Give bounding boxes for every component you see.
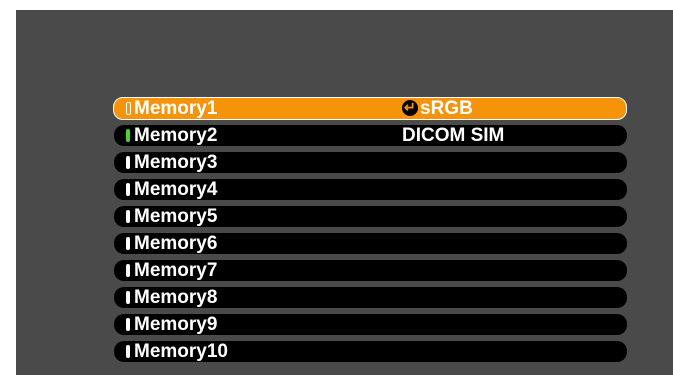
memory-status-indicator [126,183,130,196]
memory-item-label: Memory9 [134,314,218,335]
memory-status-indicator [126,291,130,304]
memory-status-indicator [126,345,130,358]
memory-item-4[interactable]: Memory4 [114,179,627,200]
memory-item-3[interactable]: Memory3 [114,152,627,173]
memory-menu-panel: Memory1 sRGB Memory2 DICOM SIM Memory3 M… [16,10,673,375]
memory-item-6[interactable]: Memory6 [114,233,627,254]
enter-icon [402,97,418,118]
memory-item-label: Memory5 [134,206,218,227]
memory-option-label: sRGB [420,98,473,119]
memory-status-indicator [126,102,131,115]
memory-item-10[interactable]: Memory10 [114,341,627,362]
memory-item-label: Memory7 [134,260,218,281]
memory-item-5[interactable]: Memory5 [114,206,627,227]
memory-item-1[interactable]: Memory1 sRGB [113,97,627,120]
memory-item-label: Memory3 [134,152,218,173]
memory-status-indicator [126,264,130,277]
memory-item-7[interactable]: Memory7 [114,260,627,281]
memory-status-indicator [126,318,130,331]
memory-option-label: DICOM SIM [402,125,505,146]
memory-status-indicator [126,129,130,142]
memory-item-2[interactable]: Memory2 DICOM SIM [114,125,627,146]
memory-item-label: Memory1 [134,98,218,119]
memory-status-indicator [126,237,130,250]
memory-item-8[interactable]: Memory8 [114,287,627,308]
memory-item-label: Memory10 [134,341,228,362]
memory-option-value: sRGB [402,97,473,119]
memory-status-indicator [126,156,130,169]
memory-list: Memory1 sRGB Memory2 DICOM SIM Memory3 M… [113,97,627,368]
memory-item-label: Memory6 [134,233,218,254]
memory-item-label: Memory4 [134,179,218,200]
memory-status-indicator [126,210,130,223]
memory-item-9[interactable]: Memory9 [114,314,627,335]
memory-item-label: Memory2 [134,125,218,146]
memory-item-label: Memory8 [134,287,218,308]
